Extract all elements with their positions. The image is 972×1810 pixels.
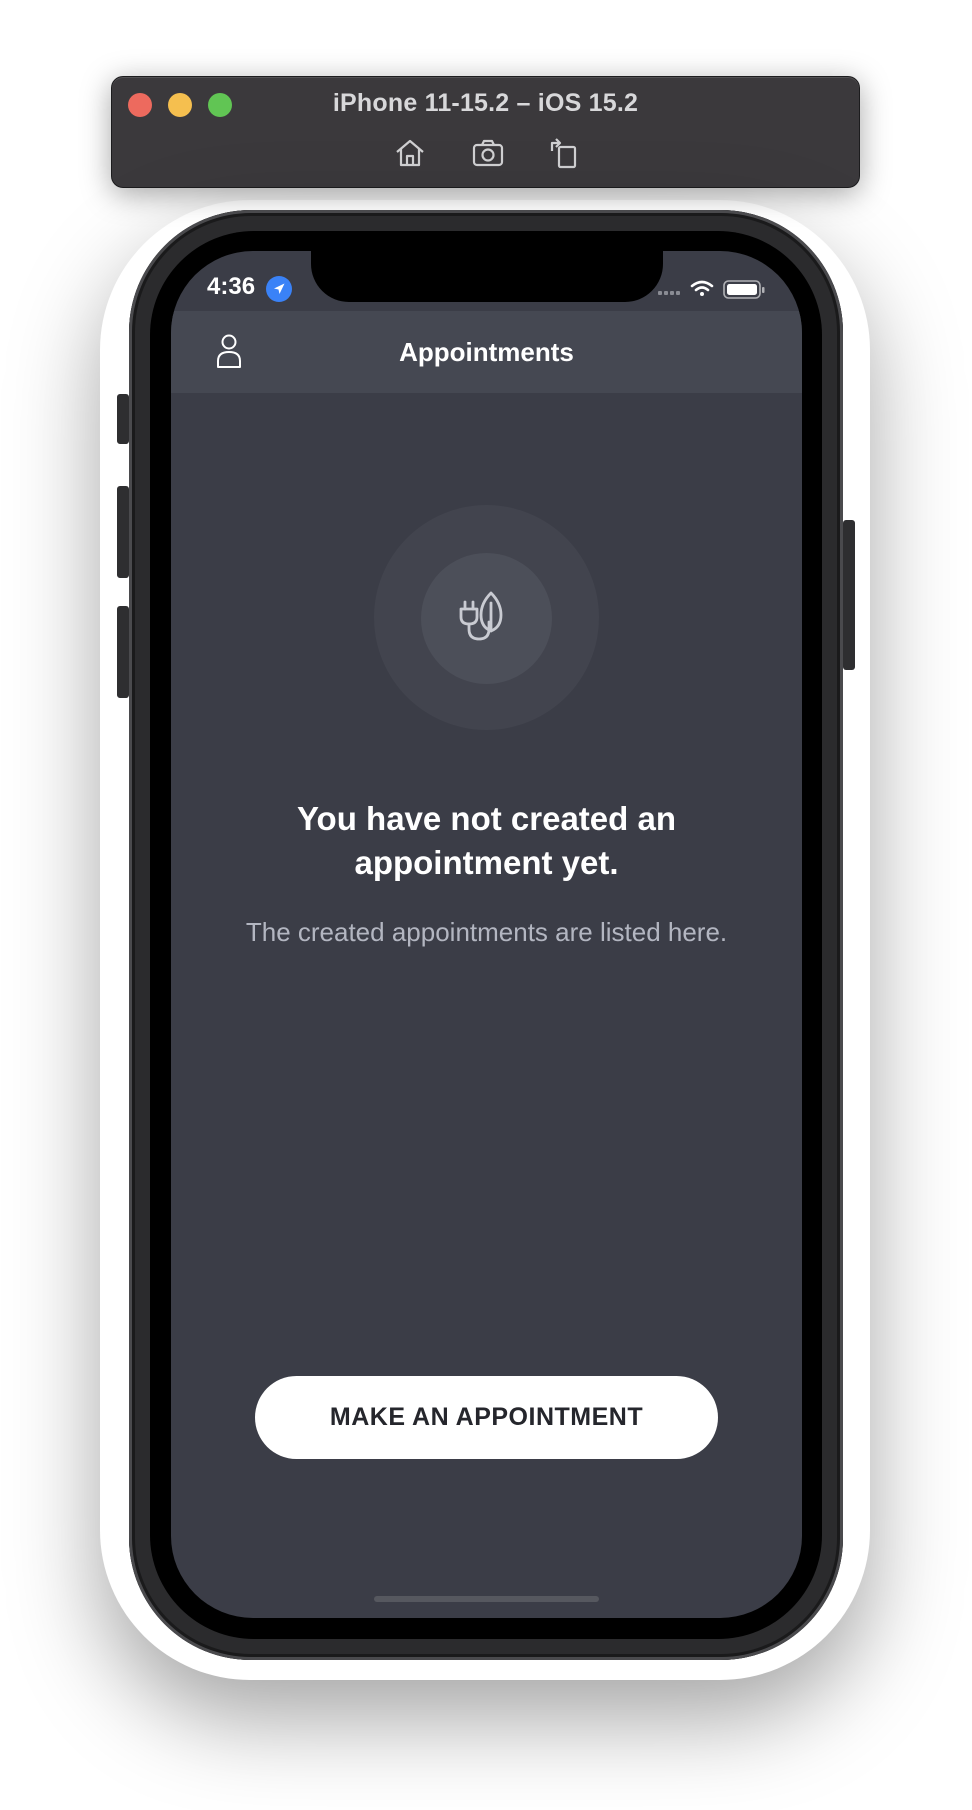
empty-state-subtitle: The created appointments are listed here… bbox=[245, 917, 728, 947]
cellular-icon bbox=[658, 291, 680, 295]
power-button bbox=[843, 520, 855, 670]
home-indicator[interactable] bbox=[374, 1596, 599, 1602]
simulator-title-bar: iPhone 11-15.2 – iOS 15.2 bbox=[111, 76, 860, 188]
canvas: iPhone 11-15.2 – iOS 15.2 4:36 Appointme… bbox=[0, 0, 972, 1810]
empty-state-title: You have not created an appointment yet. bbox=[297, 800, 676, 881]
plug-leaf-icon bbox=[459, 591, 503, 641]
notch bbox=[311, 251, 663, 302]
status-indicators bbox=[658, 277, 778, 301]
rotate-icon[interactable] bbox=[546, 135, 582, 171]
app-screen: 4:36 Appointments You have not created a… bbox=[171, 251, 802, 1618]
volume-up-button bbox=[117, 486, 129, 578]
simulator-toolbar bbox=[112, 135, 859, 171]
battery-icon bbox=[723, 280, 765, 299]
location-arrow-icon bbox=[266, 276, 292, 302]
screenshot-icon[interactable] bbox=[470, 135, 506, 171]
empty-state-icon-circle bbox=[421, 553, 552, 684]
wifi-icon bbox=[690, 280, 714, 296]
navigation-bar: Appointments bbox=[171, 311, 802, 393]
make-appointment-button[interactable]: MAKE AN APPOINTMENT bbox=[255, 1376, 718, 1459]
simulator-title: iPhone 11-15.2 – iOS 15.2 bbox=[332, 89, 639, 117]
silent-switch bbox=[117, 394, 129, 444]
status-time: 4:36 bbox=[207, 273, 256, 300]
page-title: Appointments bbox=[399, 337, 574, 367]
home-icon[interactable] bbox=[392, 135, 428, 171]
volume-down-button bbox=[117, 606, 129, 698]
